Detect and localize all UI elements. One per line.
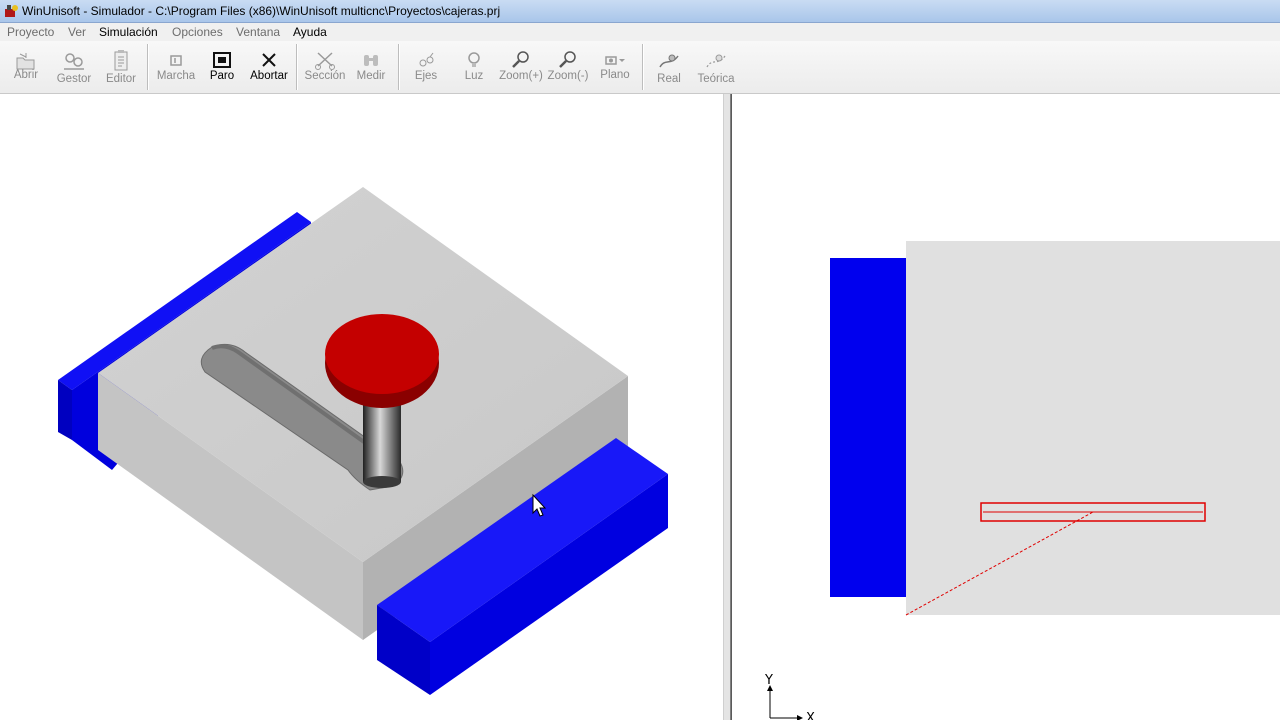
stock-plan (906, 241, 1280, 615)
zoom-in-icon (512, 51, 529, 68)
abrir-button[interactable]: Abrir (6, 41, 46, 93)
axes-icon (419, 52, 434, 67)
axis-indicator: Y X (764, 673, 815, 723)
abortar-button[interactable]: Abortar (248, 41, 290, 93)
lightbulb-icon (468, 52, 480, 67)
window-title: WinUnisoft - Simulador - C:\Program File… (22, 4, 501, 18)
zoom-in-button[interactable]: Zoom(+) (499, 41, 543, 93)
menu-proyecto[interactable]: Proyecto (7, 25, 54, 39)
theoretical-path-icon (706, 54, 726, 68)
menu-opciones[interactable]: Opciones (172, 25, 223, 39)
teorica-button[interactable]: Teórica (694, 41, 738, 93)
scissors-icon (315, 52, 335, 70)
toolbar: Abrir Gestor Editor Marcha Paro Abortar … (0, 41, 1280, 94)
view-splitter[interactable] (723, 94, 731, 720)
plan-view[interactable]: Y X (731, 94, 1280, 723)
manager-icon (64, 53, 84, 70)
seccion-button[interactable]: Sección (302, 41, 348, 93)
menu-simulacion[interactable]: Simulación (99, 25, 158, 39)
editor-button[interactable]: Editor (100, 41, 142, 93)
paro-button[interactable]: Paro (204, 41, 240, 93)
menu-bar: Proyecto Ver Simulación Opciones Ventana… (0, 23, 1280, 41)
stop-icon (213, 52, 231, 68)
marcha-button[interactable]: Marcha (154, 41, 198, 93)
real-button[interactable]: Real (650, 41, 688, 93)
toolbar-separator (398, 44, 400, 90)
editor-icon (114, 50, 128, 71)
app-icon (5, 5, 18, 17)
axis-label-y: Y (764, 673, 773, 688)
3d-scene (58, 187, 668, 695)
menu-ayuda[interactable]: Ayuda (293, 25, 327, 39)
menu-ver[interactable]: Ver (68, 25, 86, 39)
run-icon (170, 55, 182, 66)
medir-button[interactable]: Medir (352, 41, 390, 93)
real-path-icon (659, 54, 679, 68)
axis-label-x: X (806, 711, 815, 720)
title-bar: WinUnisoft - Simulador - C:\Program File… (0, 0, 1280, 23)
luz-button[interactable]: Luz (458, 41, 490, 93)
toolbar-separator (296, 44, 298, 90)
zoom-out-icon (559, 51, 576, 68)
close-icon (262, 53, 276, 67)
plano-button[interactable]: Plano (596, 41, 634, 93)
menu-ventana[interactable]: Ventana (236, 25, 280, 39)
3d-simulation-view[interactable] (0, 94, 723, 720)
binoculars-icon (364, 55, 378, 66)
toolbar-separator (147, 44, 149, 90)
ejes-button[interactable]: Ejes (408, 41, 444, 93)
clamp-plan (830, 258, 906, 597)
toolbar-separator (642, 44, 644, 90)
gestor-button[interactable]: Gestor (52, 41, 96, 93)
plan-scene: Y X (764, 241, 1280, 723)
zoom-out-button[interactable]: Zoom(-) (546, 41, 590, 93)
